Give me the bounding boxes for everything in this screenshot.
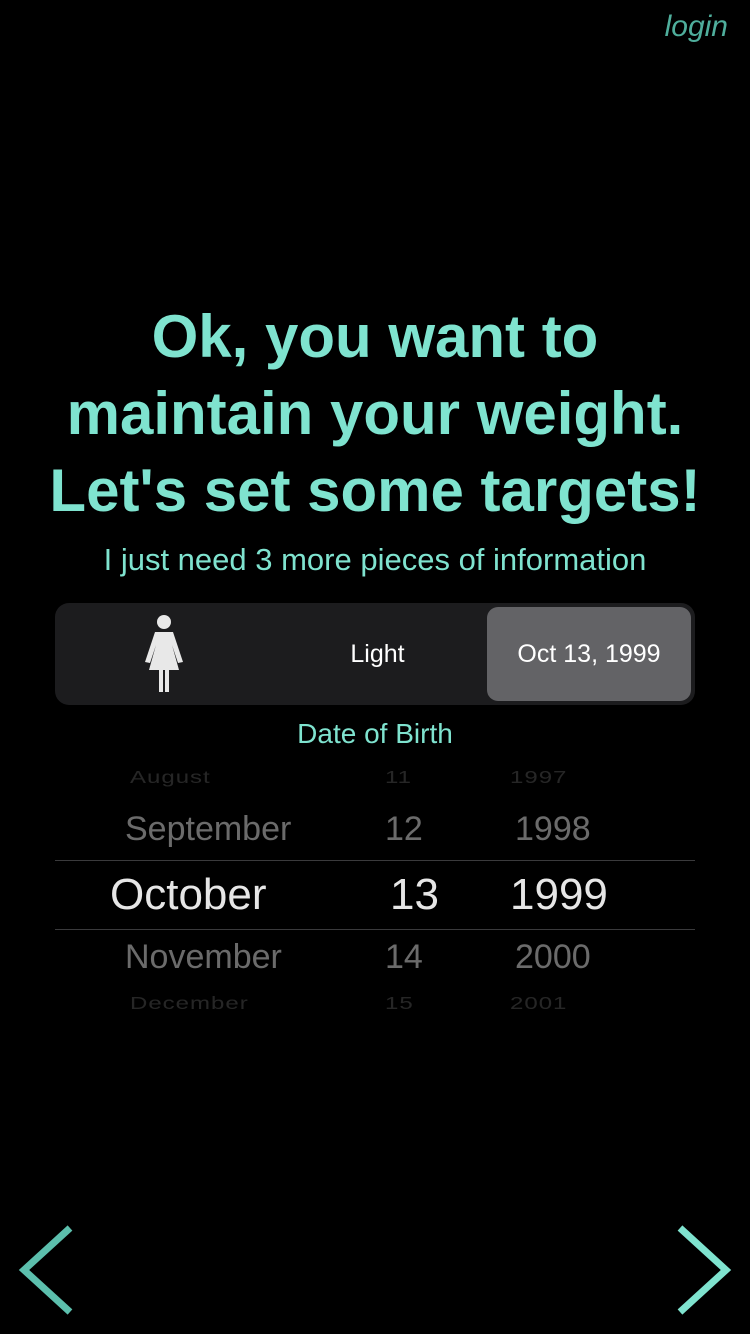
- date-of-birth-segment[interactable]: Oct 13, 1999: [487, 607, 691, 701]
- picker-row[interactable]: 2001: [510, 994, 567, 1014]
- headline: Ok, you want to maintain your weight. Le…: [0, 298, 750, 529]
- picker-row[interactable]: 12: [385, 810, 423, 849]
- picker-row[interactable]: December: [130, 994, 249, 1014]
- picker-row-selected[interactable]: 13: [390, 870, 439, 920]
- gender-segment[interactable]: [59, 607, 268, 701]
- female-person-icon: [144, 615, 183, 692]
- picker-row[interactable]: 11: [385, 768, 412, 788]
- next-button[interactable]: [672, 1224, 732, 1316]
- login-link[interactable]: login: [665, 10, 728, 44]
- year-wheel[interactable]: 1997 1998 1999 2000 2001: [510, 762, 620, 1022]
- headline-line-2: maintain your weight.: [66, 380, 684, 447]
- activity-level-segment[interactable]: Light: [268, 607, 487, 701]
- subtitle: I just need 3 more pieces of information: [103, 542, 647, 577]
- headline-line-1: Ok, you want to: [151, 303, 599, 370]
- month-wheel[interactable]: August September October November Decemb…: [110, 762, 390, 1022]
- day-wheel[interactable]: 11 12 13 14 15: [385, 762, 445, 1022]
- picker-row[interactable]: August: [130, 768, 211, 788]
- activity-level-label: Light: [350, 639, 405, 668]
- back-button[interactable]: [18, 1224, 78, 1316]
- headline-line-3: Let's set some targets!: [49, 457, 701, 524]
- info-segmented-control: Light Oct 13, 1999: [55, 603, 695, 705]
- picker-row[interactable]: September: [125, 810, 291, 849]
- picker-row[interactable]: 15: [385, 994, 414, 1014]
- chevron-right-icon: [677, 1225, 732, 1315]
- picker-row[interactable]: 1997: [510, 768, 567, 788]
- date-of-birth-value: Oct 13, 1999: [517, 639, 661, 668]
- chevron-left-icon: [18, 1225, 73, 1315]
- picker-row[interactable]: 1998: [515, 810, 591, 849]
- date-picker[interactable]: August September October November Decemb…: [55, 762, 695, 1022]
- picker-row-selected[interactable]: October: [110, 870, 267, 920]
- picker-row-selected[interactable]: 1999: [510, 870, 608, 920]
- picker-row[interactable]: November: [125, 938, 282, 977]
- picker-row[interactable]: 14: [385, 938, 423, 977]
- picker-row[interactable]: 2000: [515, 938, 591, 977]
- date-of-birth-label: Date of Birth: [297, 718, 453, 749]
